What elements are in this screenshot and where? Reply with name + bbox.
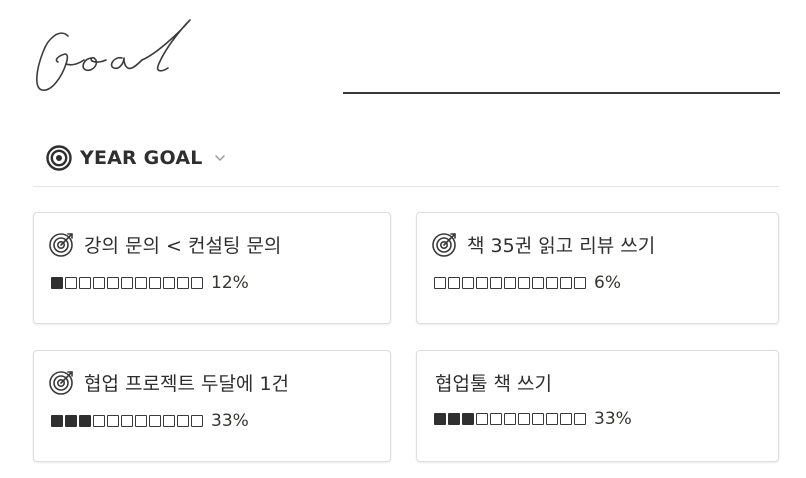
- progress-block-filled: [79, 415, 91, 427]
- progress-block-empty: [121, 277, 133, 289]
- progress-block-empty: [107, 277, 119, 289]
- progress-block-filled: [51, 415, 63, 427]
- card-title: 협업툴 책 쓰기: [435, 367, 552, 397]
- target-icon: [432, 233, 456, 257]
- progress-block-empty: [476, 277, 488, 289]
- target-icon: [49, 371, 73, 395]
- progress-block-empty: [93, 277, 105, 289]
- progress-block-empty: [532, 413, 544, 425]
- progress-percent: 33%: [211, 411, 249, 431]
- progress-block-empty: [65, 277, 77, 289]
- card-title: 책 35권 읽고 리뷰 쓰기: [431, 229, 655, 259]
- progress-bar: [434, 277, 586, 289]
- progress-indicator: 6%: [434, 273, 621, 293]
- progress-block-empty: [448, 277, 460, 289]
- card-title: 강의 문의 < 컨설팅 문의: [48, 229, 281, 259]
- progress-block-empty: [462, 277, 474, 289]
- progress-block-empty: [93, 415, 105, 427]
- progress-indicator: 12%: [51, 273, 249, 293]
- progress-block-empty: [149, 277, 161, 289]
- progress-block-empty: [574, 413, 586, 425]
- progress-block-empty: [191, 415, 203, 427]
- progress-block-empty: [107, 415, 119, 427]
- progress-block-empty: [191, 277, 203, 289]
- chevron-down-icon[interactable]: [213, 151, 227, 165]
- progress-block-empty: [434, 277, 446, 289]
- progress-block-filled: [448, 413, 460, 425]
- progress-block-empty: [546, 277, 558, 289]
- progress-block-empty: [177, 415, 189, 427]
- progress-block-empty: [518, 277, 530, 289]
- target-icon: [46, 145, 72, 171]
- goal-card[interactable]: 책 35권 읽고 리뷰 쓰기 6%: [416, 212, 779, 324]
- progress-indicator: 33%: [51, 411, 249, 431]
- progress-bar: [51, 415, 203, 427]
- progress-block-empty: [574, 277, 586, 289]
- progress-block-filled: [65, 415, 77, 427]
- card-title-text: 협업툴 책 쓰기: [435, 372, 552, 395]
- card-title-text: 강의 문의 < 컨설팅 문의: [84, 234, 282, 257]
- progress-block-empty: [476, 413, 488, 425]
- title-underline: [343, 92, 780, 94]
- progress-block-empty: [490, 413, 502, 425]
- card-title-text: 책 35권 읽고 리뷰 쓰기: [467, 234, 656, 257]
- goal-card[interactable]: 협업툴 책 쓰기 33%: [416, 350, 779, 462]
- progress-block-empty: [532, 277, 544, 289]
- target-icon: [49, 233, 73, 257]
- page: YEAR GOAL 강의 문의 < 컨설팅 문의 12% 책 35권 읽고 리뷰…: [0, 0, 806, 478]
- progress-block-empty: [163, 415, 175, 427]
- header-divider: [33, 186, 779, 187]
- progress-block-empty: [135, 277, 147, 289]
- progress-block-filled: [462, 413, 474, 425]
- progress-block-empty: [121, 415, 133, 427]
- progress-percent: 6%: [594, 273, 621, 293]
- progress-block-empty: [504, 277, 516, 289]
- progress-block-empty: [79, 277, 91, 289]
- progress-block-empty: [163, 277, 175, 289]
- progress-block-empty: [149, 415, 161, 427]
- progress-block-empty: [518, 413, 530, 425]
- progress-block-filled: [51, 277, 63, 289]
- card-title-text: 협업 프로젝트 두달에 1건: [84, 372, 290, 395]
- progress-indicator: 33%: [434, 409, 632, 429]
- progress-bar: [51, 277, 203, 289]
- progress-block-filled: [434, 413, 446, 425]
- database-view-header[interactable]: YEAR GOAL: [46, 144, 227, 172]
- progress-block-empty: [560, 277, 572, 289]
- goal-script-logo: [36, 19, 191, 91]
- progress-bar: [434, 413, 586, 425]
- progress-percent: 33%: [594, 409, 632, 429]
- goal-card[interactable]: 협업 프로젝트 두달에 1건 33%: [33, 350, 391, 462]
- progress-block-empty: [490, 277, 502, 289]
- card-title: 협업 프로젝트 두달에 1건: [48, 367, 289, 397]
- progress-block-empty: [177, 277, 189, 289]
- progress-block-empty: [546, 413, 558, 425]
- progress-percent: 12%: [211, 273, 249, 293]
- progress-block-empty: [504, 413, 516, 425]
- progress-block-empty: [560, 413, 572, 425]
- goal-card[interactable]: 강의 문의 < 컨설팅 문의 12%: [33, 212, 391, 324]
- database-title: YEAR GOAL: [80, 147, 203, 169]
- progress-block-empty: [135, 415, 147, 427]
